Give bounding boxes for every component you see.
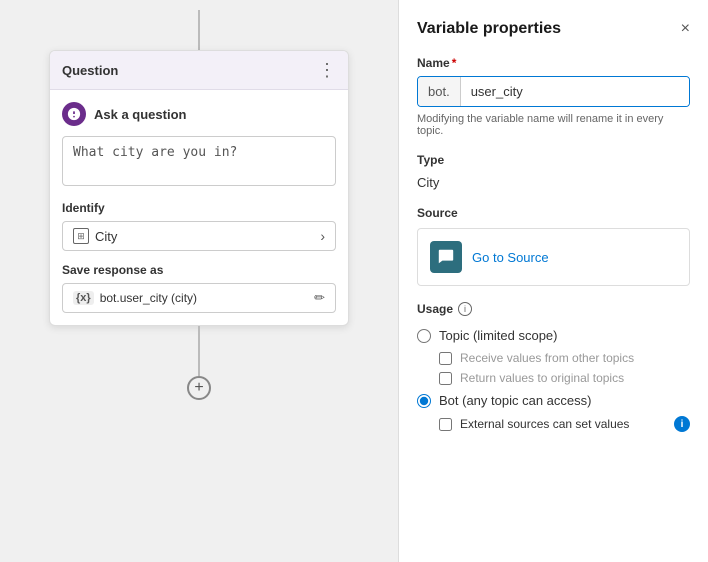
close-button[interactable]: × bbox=[681, 21, 690, 37]
identify-left: ⊞ City bbox=[73, 228, 117, 244]
question-icon bbox=[67, 107, 81, 121]
return-values-checkbox[interactable] bbox=[439, 372, 452, 385]
receive-values-checkbox[interactable] bbox=[439, 352, 452, 365]
type-section-title: Type bbox=[417, 153, 690, 167]
card-body: Ask a question What city are you in? Ide… bbox=[50, 90, 348, 325]
edit-icon[interactable]: ✏ bbox=[314, 290, 325, 306]
return-values-label: Return values to original topics bbox=[460, 371, 624, 385]
variable-properties-panel: Variable properties × Name* bot. Modifyi… bbox=[398, 0, 708, 562]
bot-radio-item: Bot (any topic can access) bbox=[417, 393, 690, 408]
save-response-label: Save response as bbox=[62, 263, 336, 277]
connector-line-bottom bbox=[198, 326, 200, 376]
go-to-source-button[interactable]: Go to Source bbox=[417, 228, 690, 286]
ext-sources-info-icon[interactable]: i bbox=[674, 416, 690, 432]
receive-values-label: Receive values from other topics bbox=[460, 351, 634, 365]
identify-type-icon: ⊞ bbox=[73, 228, 89, 244]
type-value: City bbox=[417, 175, 690, 190]
go-to-source-label: Go to Source bbox=[472, 250, 549, 265]
variable-text: bot.user_city (city) bbox=[100, 291, 308, 305]
ext-sources-checkbox[interactable] bbox=[439, 418, 452, 431]
source-section-title: Source bbox=[417, 206, 690, 220]
topic-radio[interactable] bbox=[417, 329, 431, 343]
card-header: Question ⋮ bbox=[50, 51, 348, 90]
identify-section-label: Identify bbox=[62, 201, 336, 215]
variable-name-input[interactable] bbox=[461, 77, 689, 106]
bot-radio-label: Bot (any topic can access) bbox=[439, 393, 591, 408]
card-header-title: Question bbox=[62, 63, 118, 78]
panel-title: Variable properties bbox=[417, 20, 561, 38]
panel-header: Variable properties × bbox=[417, 20, 690, 38]
usage-title: Usage bbox=[417, 302, 453, 316]
name-prefix: bot. bbox=[418, 77, 461, 106]
name-label: Name* bbox=[417, 56, 690, 70]
bot-radio[interactable] bbox=[417, 394, 431, 408]
usage-header: Usage i bbox=[417, 302, 690, 316]
usage-info-icon[interactable]: i bbox=[458, 302, 472, 316]
ask-label: Ask a question bbox=[94, 107, 186, 122]
ext-sources-label: External sources can set values bbox=[460, 417, 629, 431]
ask-icon bbox=[62, 102, 86, 126]
connector-line-top bbox=[198, 10, 200, 50]
question-card: Question ⋮ Ask a question What city are … bbox=[49, 50, 349, 326]
save-response-row: {x} bot.user_city (city) ✏ bbox=[62, 283, 336, 313]
source-icon bbox=[430, 241, 462, 273]
identify-text: City bbox=[95, 229, 117, 244]
canvas-area: Question ⋮ Ask a question What city are … bbox=[0, 0, 398, 562]
name-input-row[interactable]: bot. bbox=[417, 76, 690, 107]
identify-chevron-icon: › bbox=[320, 228, 325, 244]
card-menu-button[interactable]: ⋮ bbox=[318, 61, 336, 79]
chat-icon bbox=[437, 248, 455, 266]
return-values-checkbox-item: Return values to original topics bbox=[439, 371, 690, 385]
required-star: * bbox=[452, 56, 457, 70]
identify-row[interactable]: ⊞ City › bbox=[62, 221, 336, 251]
topic-radio-label: Topic (limited scope) bbox=[439, 328, 558, 343]
topic-radio-item: Topic (limited scope) bbox=[417, 328, 690, 343]
name-hint: Modifying the variable name will rename … bbox=[417, 113, 690, 137]
variable-icon: {x} bbox=[73, 291, 94, 305]
ext-sources-row: External sources can set values i bbox=[439, 416, 690, 432]
receive-values-checkbox-item: Receive values from other topics bbox=[439, 351, 690, 365]
add-step-button[interactable]: + bbox=[187, 376, 211, 400]
question-input[interactable]: What city are you in? bbox=[62, 136, 336, 186]
ask-question-row: Ask a question bbox=[62, 102, 336, 126]
